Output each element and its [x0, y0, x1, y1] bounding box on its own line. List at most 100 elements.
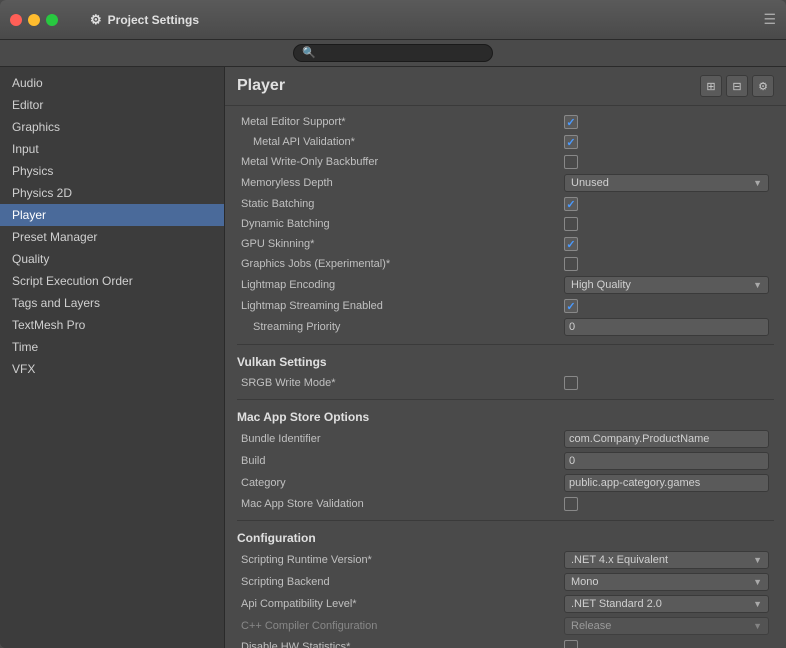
sidebar-item-input[interactable]: Input [0, 138, 224, 160]
separator1 [237, 344, 774, 345]
lightmap-encoding-dropdown[interactable]: High Quality ▼ [564, 276, 769, 294]
category-row: Category [237, 472, 774, 494]
graphics-jobs-checkbox[interactable] [564, 257, 578, 271]
window-title: ⚙ Project Settings [90, 12, 199, 28]
scripting-backend-label: Scripting Backend [237, 576, 564, 588]
minimize-button[interactable] [28, 14, 40, 26]
cpp-compiler-dropdown[interactable]: Release ▼ [564, 617, 769, 635]
titlebar: ⚙ Project Settings ☰ [0, 0, 786, 40]
scripting-runtime-row: Scripting Runtime Version* .NET 4.x Equi… [237, 549, 774, 571]
sidebar-item-time[interactable]: Time [0, 336, 224, 358]
sidebar-item-tags-and-layers[interactable]: Tags and Layers [0, 292, 224, 314]
metal-editor-row: Metal Editor Support* [237, 112, 774, 132]
platform-icon-2[interactable]: ⊟ [726, 75, 748, 97]
sidebar-item-textmesh-pro[interactable]: TextMesh Pro [0, 314, 224, 336]
main-area: AudioEditorGraphicsInputPhysicsPhysics 2… [0, 67, 786, 648]
metal-write-checkbox[interactable] [564, 155, 578, 169]
srgb-label: SRGB Write Mode* [237, 377, 564, 389]
metal-editor-label: Metal Editor Support* [237, 116, 564, 128]
build-input[interactable] [564, 452, 769, 470]
graphics-jobs-row: Graphics Jobs (Experimental)* [237, 254, 774, 274]
streaming-priority-value [564, 318, 774, 336]
dynamic-batching-checkbox[interactable] [564, 217, 578, 231]
sidebar-item-graphics[interactable]: Graphics [0, 116, 224, 138]
metal-editor-checkbox[interactable] [564, 115, 578, 129]
mac-validation-checkbox[interactable] [564, 497, 578, 511]
streaming-priority-row: Streaming Priority [237, 316, 774, 338]
metal-api-checkbox[interactable] [564, 135, 578, 149]
memoryless-dropdown[interactable]: Unused ▼ [564, 174, 769, 192]
scripting-runtime-value: .NET 4.x Equivalent ▼ [564, 551, 774, 569]
scripting-backend-dropdown[interactable]: Mono ▼ [564, 573, 769, 591]
srgb-value [564, 376, 774, 390]
build-row: Build [237, 450, 774, 472]
lightmap-streaming-checkbox[interactable] [564, 299, 578, 313]
sidebar-item-editor[interactable]: Editor [0, 94, 224, 116]
traffic-lights [10, 14, 58, 26]
metal-api-label: Metal API Validation* [237, 136, 564, 148]
metal-editor-value [564, 115, 774, 129]
maximize-button[interactable] [46, 14, 58, 26]
gpu-skinning-checkbox[interactable] [564, 237, 578, 251]
menu-icon[interactable]: ☰ [763, 11, 776, 28]
sidebar-item-preset-manager[interactable]: Preset Manager [0, 226, 224, 248]
dynamic-batching-row: Dynamic Batching [237, 214, 774, 234]
metal-write-row: Metal Write-Only Backbuffer [237, 152, 774, 172]
platform-icon-1[interactable]: ⊞ [700, 75, 722, 97]
content-header: Player ⊞ ⊟ ⚙ [225, 67, 786, 106]
category-label: Category [237, 477, 564, 489]
mac-validation-value [564, 497, 774, 511]
search-input[interactable] [293, 44, 493, 62]
scripting-runtime-label: Scripting Runtime Version* [237, 554, 564, 566]
streaming-priority-input[interactable] [564, 318, 769, 336]
bundle-id-input[interactable] [564, 430, 769, 448]
dynamic-batching-label: Dynamic Batching [237, 218, 564, 230]
scripting-runtime-dropdown[interactable]: .NET 4.x Equivalent ▼ [564, 551, 769, 569]
metal-write-label: Metal Write-Only Backbuffer [237, 156, 564, 168]
lightmap-encoding-row: Lightmap Encoding High Quality ▼ [237, 274, 774, 296]
dropdown-arrow3: ▼ [753, 555, 762, 565]
vulkan-section-header: Vulkan Settings [237, 355, 774, 369]
mac-validation-row: Mac App Store Validation [237, 494, 774, 514]
gear-icon: ⚙ [90, 12, 102, 28]
sidebar-item-player[interactable]: Player [0, 204, 224, 226]
api-compat-value: .NET Standard 2.0 ▼ [564, 595, 774, 613]
srgb-checkbox[interactable] [564, 376, 578, 390]
sidebar-item-audio[interactable]: Audio [0, 72, 224, 94]
settings-icon[interactable]: ⚙ [752, 75, 774, 97]
sidebar-item-physics-2d[interactable]: Physics 2D [0, 182, 224, 204]
dropdown-arrow4: ▼ [753, 577, 762, 587]
scroll-container[interactable]: Metal Editor Support* Metal API Validati… [225, 106, 786, 648]
sidebar-item-script-execution-order[interactable]: Script Execution Order [0, 270, 224, 292]
project-settings-window: ⚙ Project Settings ☰ AudioEditorGraphics… [0, 0, 786, 648]
build-label: Build [237, 455, 564, 467]
api-compat-dropdown[interactable]: .NET Standard 2.0 ▼ [564, 595, 769, 613]
disable-hw-checkbox[interactable] [564, 640, 578, 648]
search-bar [0, 40, 786, 67]
gpu-skinning-value [564, 237, 774, 251]
sidebar-item-physics[interactable]: Physics [0, 160, 224, 182]
mac-section-header: Mac App Store Options [237, 410, 774, 424]
dropdown-arrow: ▼ [753, 178, 762, 188]
srgb-row: SRGB Write Mode* [237, 373, 774, 393]
platform-section: Metal Editor Support* Metal API Validati… [225, 106, 786, 648]
memoryless-label: Memoryless Depth [237, 177, 564, 189]
lightmap-streaming-value [564, 299, 774, 313]
close-button[interactable] [10, 14, 22, 26]
dropdown-arrow5: ▼ [753, 599, 762, 609]
static-batching-row: Static Batching [237, 194, 774, 214]
sidebar-item-quality[interactable]: Quality [0, 248, 224, 270]
lightmap-streaming-label: Lightmap Streaming Enabled [237, 300, 564, 312]
cpp-compiler-label: C++ Compiler Configuration [237, 620, 564, 632]
disable-hw-label: Disable HW Statistics* [237, 641, 564, 648]
sidebar-item-vfx[interactable]: VFX [0, 358, 224, 380]
static-batching-checkbox[interactable] [564, 197, 578, 211]
dropdown-arrow2: ▼ [753, 280, 762, 290]
static-batching-label: Static Batching [237, 198, 564, 210]
graphics-jobs-label: Graphics Jobs (Experimental)* [237, 258, 564, 270]
metal-api-value [564, 135, 774, 149]
memoryless-value: Unused ▼ [564, 174, 774, 192]
api-compat-row: Api Compatibility Level* .NET Standard 2… [237, 593, 774, 615]
bundle-id-value [564, 430, 774, 448]
category-input[interactable] [564, 474, 769, 492]
